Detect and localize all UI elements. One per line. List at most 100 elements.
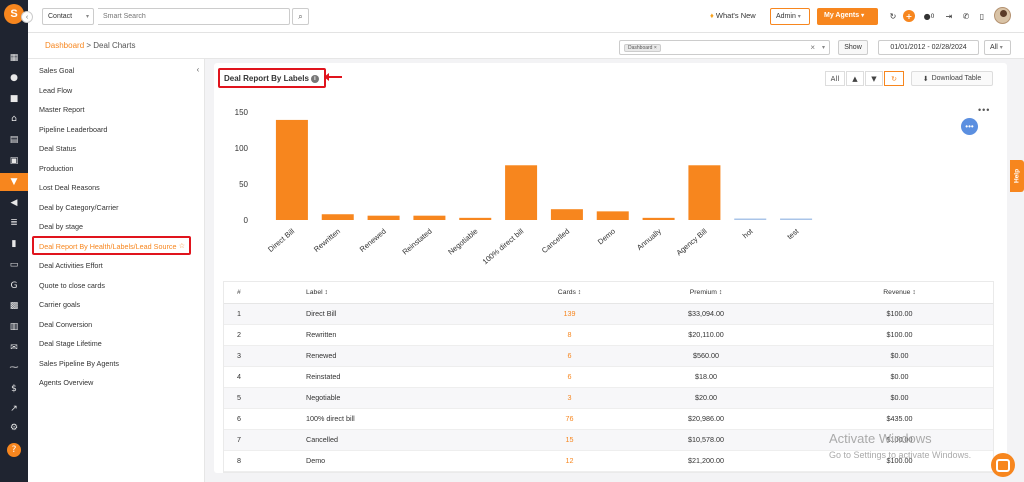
help-tab[interactable]: Help: [1010, 160, 1024, 192]
star-icon[interactable]: ☆: [179, 242, 185, 250]
bank-icon[interactable]: ⌂: [7, 112, 21, 126]
report-item-production[interactable]: Production: [39, 164, 73, 173]
mobile-icon[interactable]: ▯: [976, 10, 988, 22]
chevron-left-icon[interactable]: ‹: [192, 63, 204, 75]
help-icon[interactable]: ?: [7, 443, 21, 457]
report-item-deal-stage-lifetime[interactable]: Deal Stage Lifetime: [39, 339, 102, 348]
cell-label: Demo: [306, 450, 531, 472]
cell-cards[interactable]: 3: [531, 387, 608, 409]
table-row: 5 Negotiable 3 $20.00 $0.00: [224, 387, 993, 409]
my-agents-button[interactable]: My Agents ▾: [817, 8, 878, 25]
chart-icon[interactable]: ▮: [7, 237, 21, 251]
thumbs-up-icon[interactable]: ▲: [846, 71, 864, 86]
thumbs-down-icon[interactable]: ▼: [865, 71, 883, 86]
cell-cards[interactable]: 76: [531, 408, 608, 430]
chart-bar[interactable]: [596, 211, 629, 220]
grid-icon[interactable]: ▩: [7, 299, 21, 313]
col-header-premium[interactable]: Premium ↕: [608, 282, 804, 304]
report-item-deal-report-by-health[interactable]: Deal Report By Health/Labels/Lead Source…: [32, 236, 191, 255]
chart-bar[interactable]: [321, 214, 354, 220]
breadcrumb-dashboard-link[interactable]: Dashboard: [45, 41, 84, 50]
filter-all-toggle[interactable]: All: [825, 71, 845, 86]
cell-number: 7: [224, 429, 306, 451]
mail-icon[interactable]: ✉: [7, 341, 21, 355]
report-item-sales-goal[interactable]: Sales Goal: [39, 66, 74, 75]
cell-cards[interactable]: 12: [531, 450, 608, 472]
refresh-icon[interactable]: ↻: [887, 10, 899, 22]
chart-bar[interactable]: [688, 165, 721, 220]
col-header-cards[interactable]: Cards ↕: [531, 282, 608, 304]
report-item-deal-status[interactable]: Deal Status: [39, 144, 76, 153]
list-icon[interactable]: ≣: [7, 216, 21, 230]
cell-cards[interactable]: 8: [531, 324, 608, 346]
handshake-icon[interactable]: ⁓: [7, 361, 21, 375]
avatar[interactable]: [994, 7, 1011, 24]
chart-bar[interactable]: [367, 215, 400, 220]
chart-bar[interactable]: [780, 218, 813, 221]
add-icon[interactable]: +: [903, 10, 915, 22]
chart-bar[interactable]: [459, 217, 492, 220]
refresh-toggle-icon[interactable]: ↻: [884, 71, 904, 86]
col-header-revenue[interactable]: Revenue ↕: [804, 282, 993, 304]
chart-bar[interactable]: [505, 165, 538, 220]
admin-select[interactable]: Admin ▾: [770, 8, 810, 25]
report-item-deal-by-category[interactable]: Deal by Category/Carrier: [39, 203, 119, 212]
whats-new-link[interactable]: ♦ What's New: [710, 11, 756, 20]
smart-search-input[interactable]: [98, 9, 268, 24]
cell-cards[interactable]: 139: [531, 303, 608, 325]
chat-button[interactable]: [991, 453, 1015, 477]
show-button[interactable]: Show: [838, 40, 868, 55]
report-item-deal-conversion[interactable]: Deal Conversion: [39, 320, 92, 329]
report-item-master-report[interactable]: Master Report: [39, 105, 85, 114]
col-header-label[interactable]: Label ↕: [306, 282, 531, 304]
contact-select[interactable]: Contact ▾: [42, 8, 94, 25]
info-icon[interactable]: i: [310, 74, 319, 83]
report-item-lead-flow[interactable]: Lead Flow: [39, 86, 72, 95]
settings-icon[interactable]: ⚙: [7, 421, 21, 435]
report-item-quote-to-close[interactable]: Quote to close cards: [39, 281, 105, 290]
all-select[interactable]: All ▾: [984, 40, 1011, 55]
collapse-sidebar-icon[interactable]: ‹: [21, 11, 33, 23]
report-item-pipeline-leaderboard[interactable]: Pipeline Leaderboard: [39, 125, 107, 134]
contact-card-icon[interactable]: ▣: [7, 154, 21, 168]
trend-icon[interactable]: ↗: [7, 402, 21, 416]
chart-bar[interactable]: [642, 217, 675, 220]
filter-icon[interactable]: ▼: [0, 173, 28, 191]
x-tick-label: 100% direct bill: [481, 226, 526, 266]
bar-chart: 0 50 100 150 Direct Bill Rewritten Renewed Rein…: [214, 93, 1007, 283]
user-icon[interactable]: ●: [7, 71, 21, 85]
megaphone-icon[interactable]: ◀: [7, 196, 21, 210]
smart-search-field[interactable]: [98, 8, 290, 25]
folder-icon[interactable]: ■: [7, 92, 21, 106]
report-item-carrier-goals[interactable]: Carrier goals: [39, 300, 80, 309]
dollar-icon[interactable]: $: [7, 382, 21, 396]
calendar-icon[interactable]: ▥: [7, 320, 21, 334]
dashboard-icon[interactable]: ▦: [7, 51, 21, 65]
report-item-agents-overview[interactable]: Agents Overview: [39, 378, 93, 387]
folder-open-icon[interactable]: ▭: [7, 258, 21, 272]
report-item-deal-activities-effort[interactable]: Deal Activities Effort: [39, 261, 103, 270]
search-button[interactable]: ⌕: [292, 8, 309, 25]
chart-bar[interactable]: [734, 218, 767, 221]
report-item-deal-by-stage[interactable]: Deal by stage: [39, 222, 83, 231]
user-count-icon[interactable]: ● 0: [921, 10, 937, 22]
cell-label: 100% direct bill: [306, 408, 531, 430]
cell-cards[interactable]: 6: [531, 345, 608, 367]
chart-bar[interactable]: [413, 215, 446, 220]
chart-bar[interactable]: [550, 209, 583, 220]
dashboard-filter-select[interactable]: Dashboard × × ▾: [619, 40, 830, 55]
cell-cards[interactable]: 6: [531, 366, 608, 388]
report-item-sales-pipeline-by-agents[interactable]: Sales Pipeline By Agents: [39, 359, 119, 368]
document-icon[interactable]: ▤: [7, 133, 21, 147]
phone-icon[interactable]: ✆: [960, 10, 972, 22]
chart-bar[interactable]: [275, 119, 308, 220]
col-header-number: #: [224, 282, 306, 304]
date-range-input[interactable]: 01/01/2012 - 02/28/2024: [878, 40, 979, 55]
download-table-button[interactable]: ⬇ Download Table: [911, 71, 993, 86]
clear-filter-icon[interactable]: ×: [810, 43, 815, 52]
logout-icon[interactable]: ⇥: [943, 10, 955, 22]
google-icon[interactable]: G: [7, 279, 21, 293]
top-bar: ‹ Contact ▾ ⌕ ♦ What's New Admin ▾ My Ag…: [21, 0, 1024, 33]
report-item-lost-deal-reasons[interactable]: Lost Deal Reasons: [39, 183, 100, 192]
cell-cards[interactable]: 15: [531, 429, 608, 451]
